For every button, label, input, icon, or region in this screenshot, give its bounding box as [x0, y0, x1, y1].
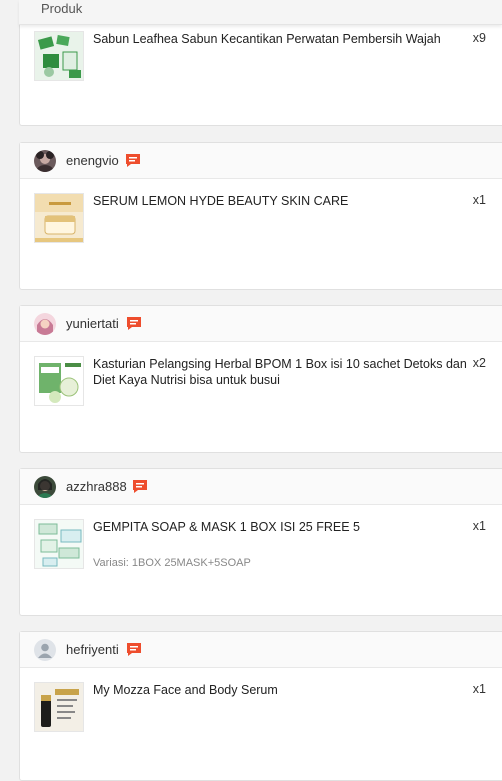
product-name[interactable]: Kasturian Pelangsing Herbal BPOM 1 Box i… [93, 356, 473, 388]
product-name[interactable]: SERUM LEMON HYDE BEAUTY SKIN CARE [93, 193, 473, 209]
buyer-username[interactable]: yuniertati [66, 316, 119, 331]
product-name[interactable]: GEMPITA SOAP & MASK 1 BOX ISI 25 FREE 5 [93, 519, 473, 535]
order-card: enengvio SERUM LEMON HYDE BEAUTY SKIN CA… [19, 142, 502, 290]
product-quantity: x1 [472, 519, 486, 533]
chat-icon[interactable] [126, 316, 142, 331]
order-card: hefriyenti My Mozza Face and Body Serum [19, 631, 502, 781]
product-thumbnail[interactable] [34, 31, 84, 81]
chat-icon[interactable] [132, 479, 148, 494]
product-name[interactable]: Sabun Leafhea Sabun Kecantikan Perwatan … [93, 31, 473, 47]
buyer-avatar[interactable] [34, 476, 56, 498]
product-quantity: x1 [472, 193, 486, 207]
buyer-username[interactable]: azzhra888 [66, 479, 127, 494]
product-column-header: Produk [19, 0, 502, 25]
buyer-username[interactable]: hefriyenti [66, 642, 119, 657]
product-quantity: x2 [472, 356, 486, 370]
buyer-avatar[interactable] [34, 150, 56, 172]
buyer-header: hefriyenti [20, 632, 502, 668]
chat-icon[interactable] [125, 153, 141, 168]
product-quantity: x1 [472, 682, 486, 696]
product-thumbnail[interactable] [34, 356, 84, 406]
default-avatar-icon[interactable] [34, 639, 56, 661]
buyer-avatar[interactable] [34, 313, 56, 335]
buyer-header: azzhra888 [20, 469, 502, 505]
order-card: azzhra888 GEMPITA SOAP & MASK 1 BOX ISI … [19, 468, 502, 616]
product-quantity: x9 [472, 31, 486, 45]
product-thumbnail[interactable] [34, 193, 84, 243]
column-label-produk: Produk [41, 1, 83, 16]
chat-icon[interactable] [126, 642, 142, 657]
buyer-header: enengvio [20, 143, 502, 179]
product-name[interactable]: My Mozza Face and Body Serum [93, 682, 473, 698]
product-variant: Variasi: 1BOX 25MASK+5SOAP [93, 557, 251, 569]
product-thumbnail[interactable] [34, 682, 84, 732]
buyer-header: yuniertati [20, 306, 502, 342]
buyer-username[interactable]: enengvio [66, 153, 119, 168]
order-card: yuniertati Kasturian Pelangsing Herbal B… [19, 305, 502, 453]
product-thumbnail[interactable] [34, 519, 84, 569]
